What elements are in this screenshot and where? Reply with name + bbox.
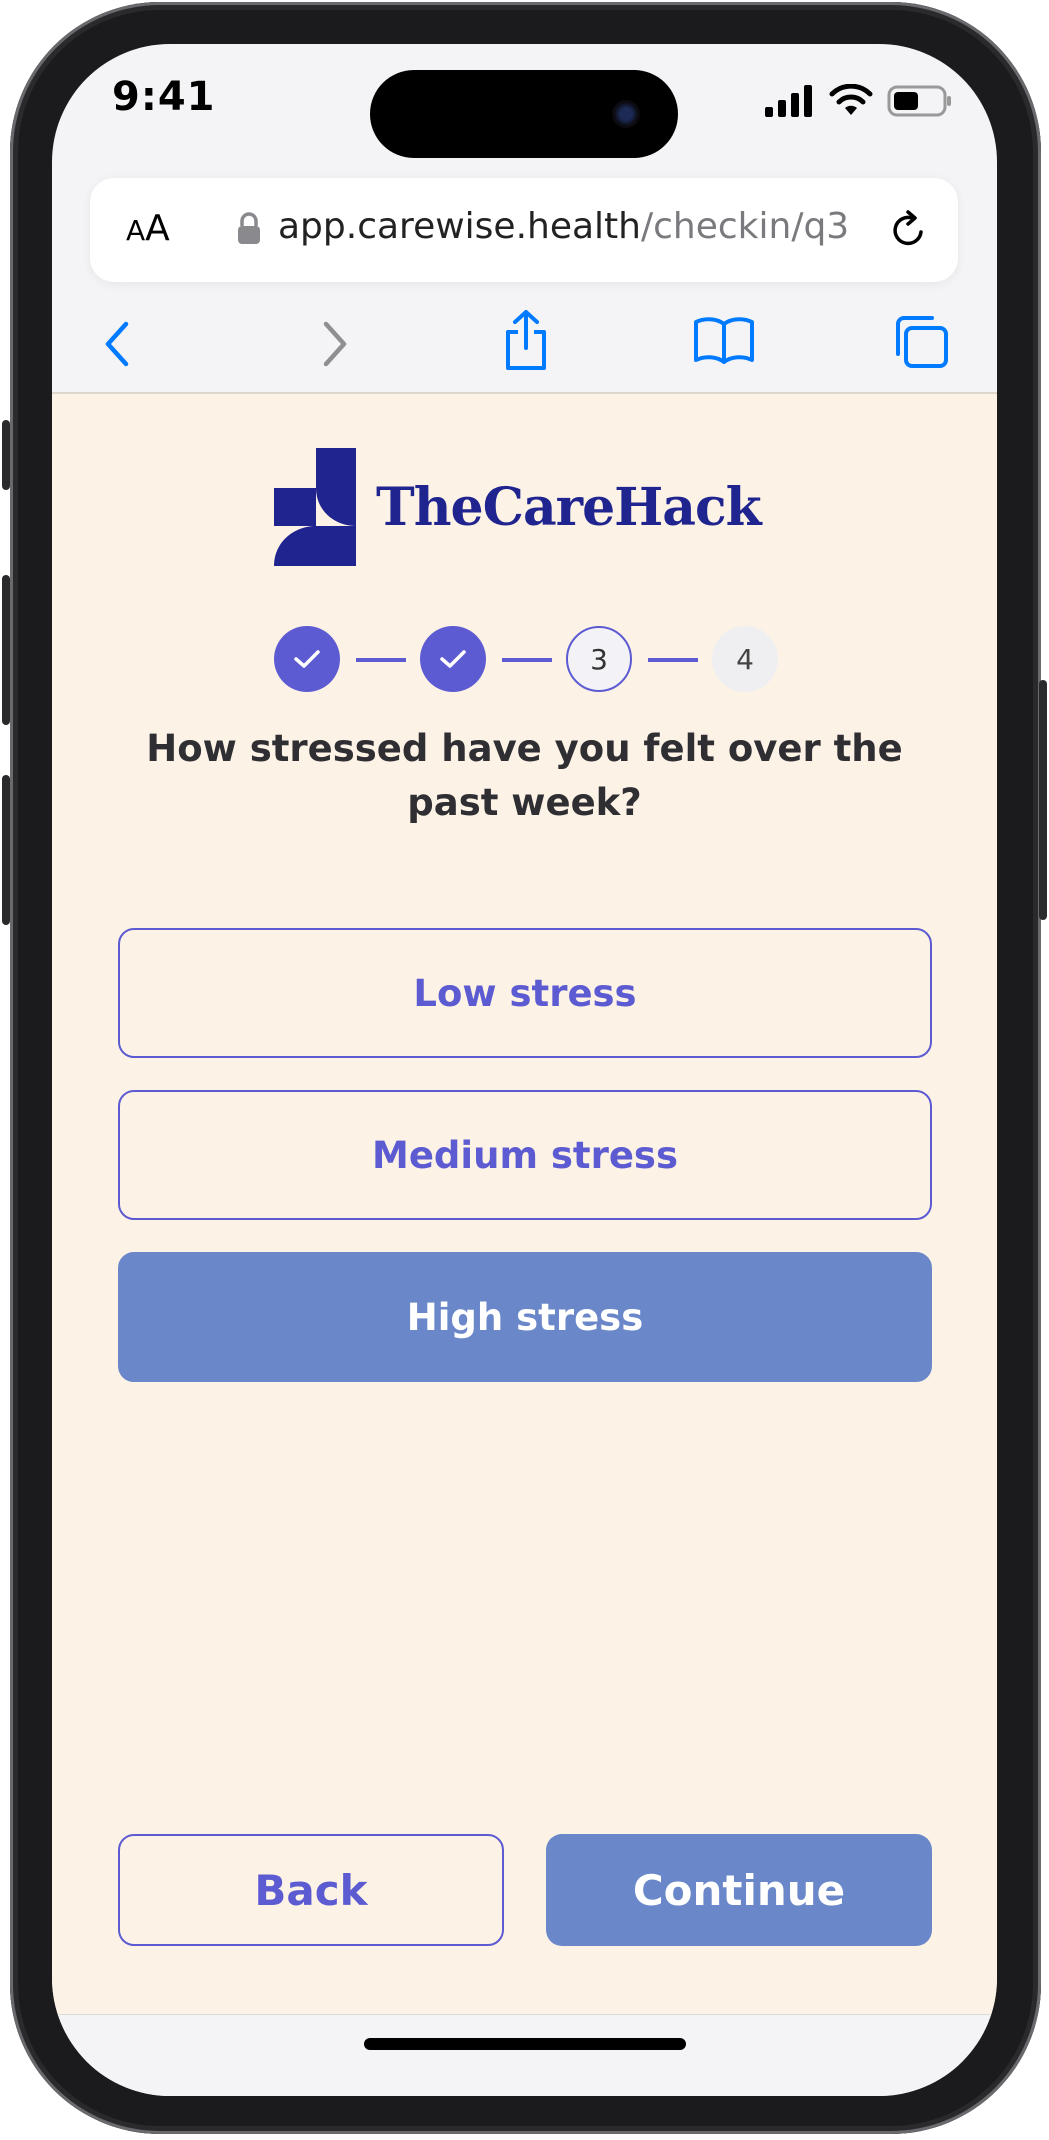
lock-icon (238, 212, 260, 244)
back-button[interactable]: Back (118, 1834, 504, 1946)
step-4-upcoming: 4 (712, 626, 778, 692)
continue-button[interactable]: Continue (546, 1834, 932, 1946)
question-text: How stressed have you felt over the past… (146, 727, 903, 824)
step-connector (648, 658, 698, 662)
dynamic-island (370, 70, 678, 158)
url-text[interactable]: app.carewise.health/checkin/q3 (278, 206, 849, 247)
check-icon (294, 650, 320, 668)
home-indicator[interactable] (364, 2038, 686, 2050)
status-time: 9:41 (112, 74, 216, 120)
bookmarks-icon[interactable] (692, 314, 756, 366)
checkin-page: TheCareHack 3 4 How stressed have you fe… (52, 392, 997, 2016)
volume-up-button (2, 575, 10, 725)
option-low-stress[interactable]: Low stress (118, 928, 932, 1058)
power-button (1039, 680, 1047, 920)
battery-icon (887, 85, 951, 117)
brand-logo: TheCareHack (274, 448, 762, 566)
share-icon[interactable] (500, 308, 552, 372)
bottom-safe-area (52, 2014, 997, 2096)
option-high-stress[interactable]: High stress (118, 1252, 932, 1382)
browser-toolbar (52, 306, 997, 400)
text-size-button[interactable]: AA (126, 208, 170, 249)
phone-screen: 9:41 AA app.carewise.health/checkin/q3 T… (52, 44, 997, 2096)
volume-down-button (2, 775, 10, 925)
logo-mark-icon (274, 448, 356, 566)
cellular-signal-icon (765, 85, 812, 117)
front-camera-icon (612, 100, 640, 128)
back-chevron-icon[interactable] (98, 318, 138, 370)
forward-chevron-icon[interactable] (314, 318, 354, 370)
action-button (2, 420, 10, 490)
option-medium-stress[interactable]: Medium stress (118, 1090, 932, 1220)
status-bar: 9:41 (52, 44, 997, 164)
tabs-icon[interactable] (892, 314, 952, 372)
check-icon (440, 650, 466, 668)
step-connector (356, 658, 406, 662)
url-host: app.carewise.health (278, 206, 641, 247)
brand-name: TheCareHack (376, 476, 762, 538)
step-3-current: 3 (566, 626, 632, 692)
status-icons (765, 84, 953, 118)
address-bar[interactable]: AA app.carewise.health/checkin/q3 (90, 178, 958, 282)
wifi-icon (829, 84, 873, 115)
step-connector (502, 658, 552, 662)
step-2-complete (420, 626, 486, 692)
step-1-complete (274, 626, 340, 692)
reload-icon[interactable] (886, 208, 930, 252)
url-path: /checkin/q3 (640, 206, 850, 247)
